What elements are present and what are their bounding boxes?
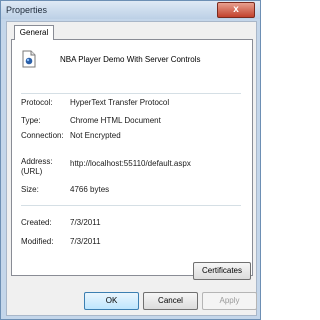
dialog-client-area: General NBA Player Demo With Server Cont…: [6, 21, 257, 316]
title-bar[interactable]: Properties x: [1, 1, 260, 19]
separator: [21, 93, 241, 94]
apply-button[interactable]: Apply: [202, 292, 257, 310]
size-label: Size:: [21, 185, 39, 194]
close-button[interactable]: x: [217, 2, 255, 18]
cancel-button[interactable]: Cancel: [143, 292, 198, 310]
separator: [21, 205, 241, 206]
general-panel: NBA Player Demo With Server Controls Pro…: [11, 39, 253, 280]
ok-button[interactable]: OK: [84, 292, 139, 310]
type-label: Type:: [21, 116, 41, 125]
window-title: Properties: [6, 5, 48, 15]
connection-label: Connection:: [21, 131, 64, 140]
protocol-label: Protocol:: [21, 98, 53, 107]
file-name: NBA Player Demo With Server Controls: [60, 55, 201, 64]
tab-general[interactable]: General: [14, 25, 54, 40]
protocol-value: HyperText Transfer Protocol: [70, 98, 170, 107]
address-value: http://localhost:55110/default.aspx: [70, 159, 191, 168]
certificates-button[interactable]: Certificates: [193, 262, 251, 280]
html-document-icon: [22, 50, 36, 68]
modified-label: Modified:: [21, 237, 54, 246]
created-label: Created:: [21, 218, 52, 227]
address-label: Address: (URL): [21, 157, 53, 176]
close-icon: x: [233, 4, 239, 15]
type-value: Chrome HTML Document: [70, 116, 161, 125]
size-value: 4766 bytes: [70, 185, 110, 194]
properties-window: Properties x General NBA Player Demo Wit…: [0, 0, 261, 320]
connection-value: Not Encrypted: [70, 131, 121, 140]
created-value: 7/3/2011: [70, 218, 101, 227]
modified-value: 7/3/2011: [70, 237, 101, 246]
